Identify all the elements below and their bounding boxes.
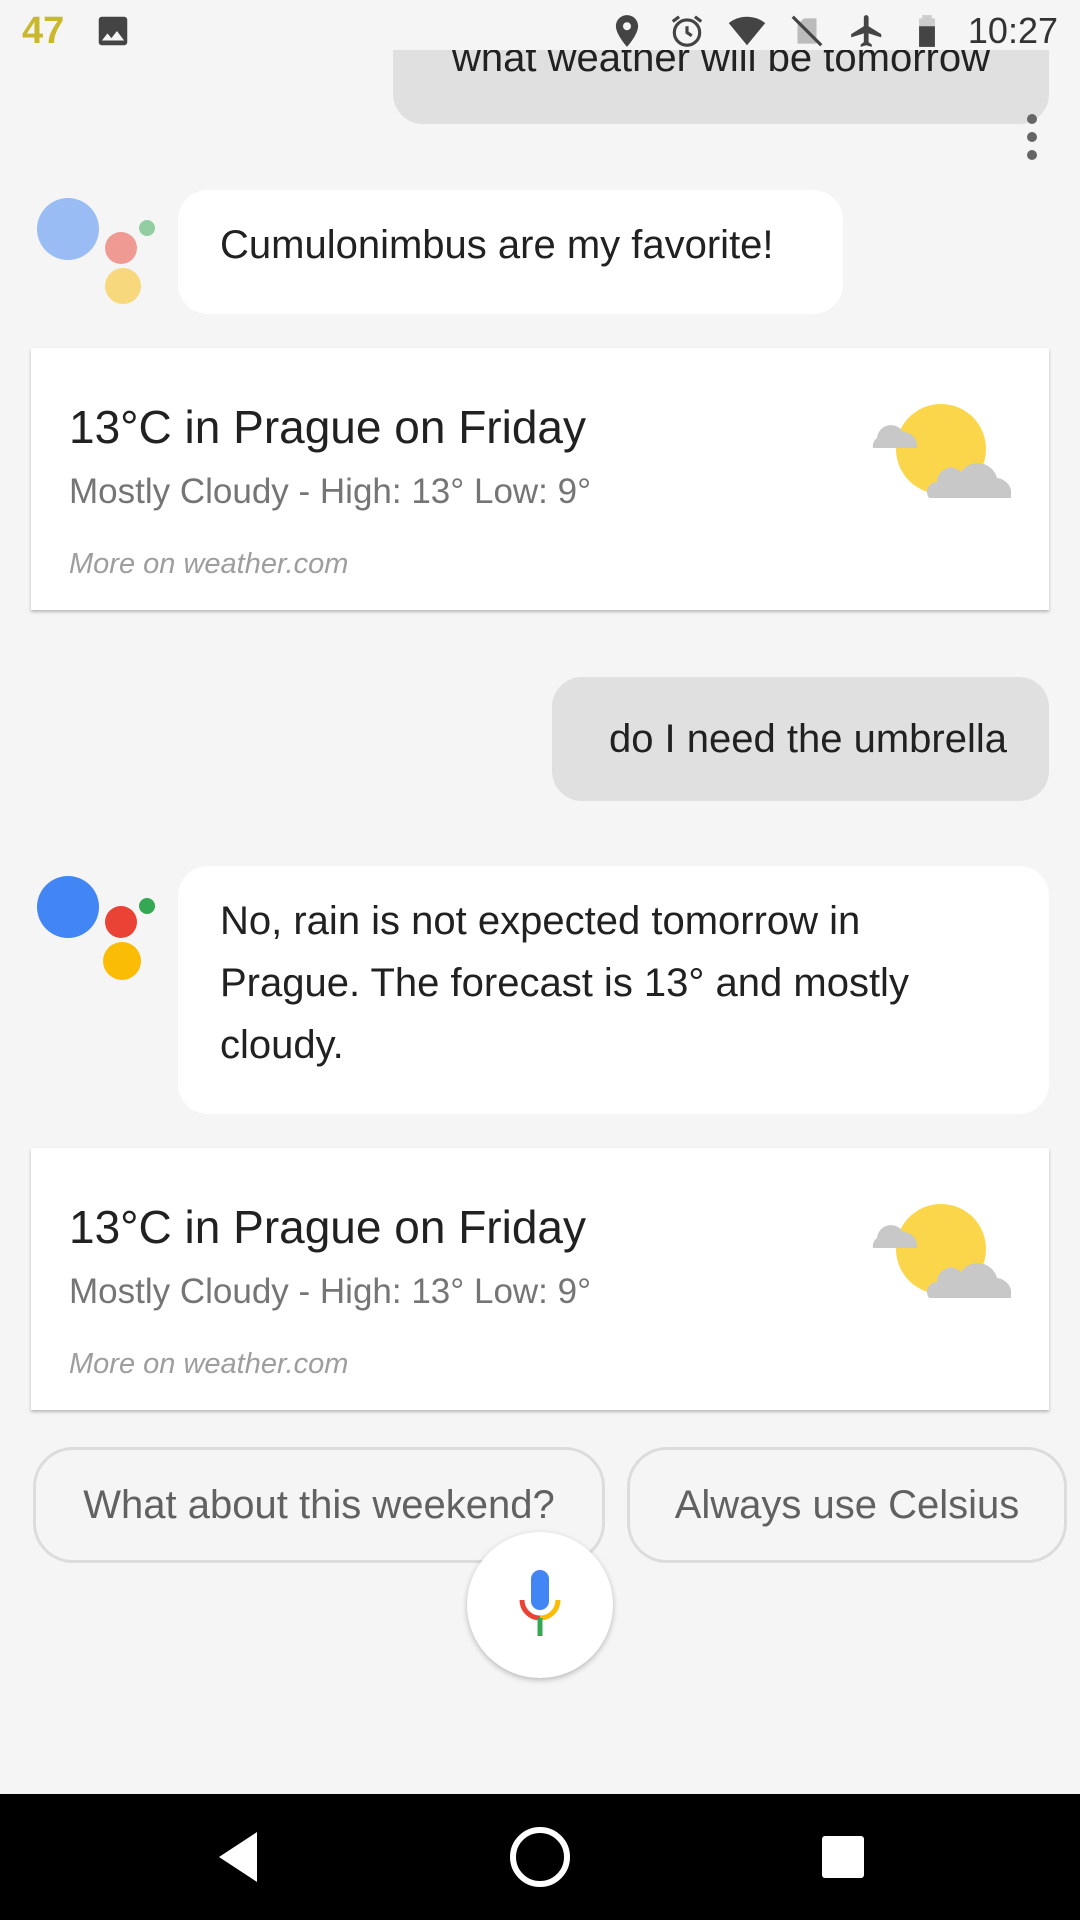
suggestion-chip-celsius[interactable]: Always use Celsius <box>627 1447 1067 1563</box>
user-message-text: do I need the umbrella <box>608 716 1007 761</box>
home-icon[interactable] <box>507 1824 573 1890</box>
notification-count: 47 <box>22 9 65 52</box>
navigation-bar <box>0 1794 1080 1920</box>
weather-subtitle: Mostly Cloudy - High: 13° Low: 9° <box>69 472 592 511</box>
mic-icon <box>518 1570 562 1640</box>
wifi-icon <box>728 11 766 51</box>
assistant-message: Cumulonimbus are my favorite! <box>178 190 843 314</box>
weather-card[interactable]: 13°C in Prague on Friday Mostly Cloudy -… <box>31 1148 1049 1410</box>
partly-cloudy-icon <box>871 404 1012 504</box>
battery-icon <box>908 11 946 51</box>
user-message-text: what weather will be tomorrow <box>452 50 990 80</box>
weather-title: 13°C in Prague on Friday <box>69 401 587 453</box>
no-sim-icon <box>788 11 826 51</box>
assistant-message-text: No, rain is not expected tomorrow in Pra… <box>220 899 909 1067</box>
alarm-icon <box>668 11 706 51</box>
partly-cloudy-icon <box>871 1204 1012 1304</box>
assistant-message: No, rain is not expected tomorrow in Pra… <box>178 866 1049 1114</box>
airplane-icon <box>848 11 886 51</box>
back-icon[interactable] <box>205 1824 271 1890</box>
weather-subtitle: Mostly Cloudy - High: 13° Low: 9° <box>69 1272 592 1311</box>
status-time: 10:27 <box>967 10 1058 51</box>
location-icon <box>608 11 646 51</box>
assistant-logo <box>37 198 157 318</box>
assistant-logo <box>37 876 157 996</box>
recents-icon[interactable] <box>810 1824 876 1890</box>
weather-title: 13°C in Prague on Friday <box>69 1201 587 1253</box>
user-message: what weather will be tomorrow <box>393 50 1049 124</box>
weather-link[interactable]: More on weather.com <box>69 548 348 581</box>
image-icon <box>94 11 132 51</box>
weather-card[interactable]: 13°C in Prague on Friday Mostly Cloudy -… <box>31 348 1049 610</box>
mic-button[interactable] <box>467 1532 613 1678</box>
overflow-menu-icon[interactable] <box>1024 114 1040 160</box>
assistant-message-text: Cumulonimbus are my favorite! <box>220 223 774 267</box>
weather-link[interactable]: More on weather.com <box>69 1348 348 1381</box>
user-message: do I need the umbrella <box>552 677 1049 801</box>
